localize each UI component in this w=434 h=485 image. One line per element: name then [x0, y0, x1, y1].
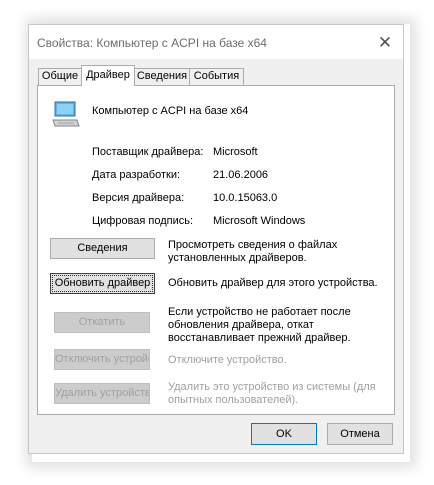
- update-driver-button[interactable]: Обновить драйвер: [50, 273, 155, 294]
- properties-dialog: Свойства: Компьютер с ACPI на базе x64 ✕…: [28, 24, 404, 454]
- provider-label: Поставщик драйвера:: [92, 146, 204, 158]
- date-value: 21.06.2006: [213, 169, 269, 181]
- driver-details-description: Просмотреть сведения о файлах установлен…: [168, 239, 338, 264]
- tab-driver[interactable]: Драйвер: [81, 65, 135, 86]
- computer-icon: [52, 101, 80, 127]
- driver-tab-panel: Компьютер с ACPI на базе x64 Поставщик д…: [37, 85, 395, 415]
- update-driver-description: Обновить драйвер для этого устройства.: [168, 277, 378, 289]
- tab-general[interactable]: Общие: [38, 68, 82, 85]
- uninstall-device-description: Удалить это устройство из системы (для о…: [168, 381, 376, 406]
- uninstall-device-button[interactable]: Удалить устройство: [54, 383, 150, 404]
- close-icon[interactable]: ✕: [375, 33, 395, 53]
- provider-value: Microsoft: [213, 146, 258, 158]
- ok-button[interactable]: OK: [251, 423, 317, 445]
- window-title: Свойства: Компьютер с ACPI на базе x64: [37, 36, 267, 50]
- rollback-driver-button[interactable]: Откатить: [54, 312, 150, 333]
- driver-details-button[interactable]: Сведения: [50, 238, 155, 259]
- tab-details[interactable]: Сведения: [134, 68, 190, 85]
- device-name: Компьютер с ACPI на базе x64: [92, 105, 249, 117]
- signature-value: Microsoft Windows: [213, 215, 306, 227]
- version-value: 10.0.15063.0: [213, 192, 278, 204]
- version-label: Версия драйвера:: [92, 192, 185, 204]
- tab-events[interactable]: События: [189, 68, 244, 85]
- signature-label: Цифровая подпись:: [92, 215, 194, 227]
- cancel-button[interactable]: Отмена: [327, 423, 393, 445]
- rollback-driver-description: Если устройство не работает после обновл…: [168, 306, 351, 344]
- disable-device-description: Отключите устройство.: [168, 354, 287, 366]
- title-bar[interactable]: Свойства: Компьютер с ACPI на базе x64 ✕: [29, 25, 403, 59]
- disable-device-button[interactable]: Отключить устройство: [54, 349, 150, 370]
- date-label: Дата разработки:: [92, 169, 181, 181]
